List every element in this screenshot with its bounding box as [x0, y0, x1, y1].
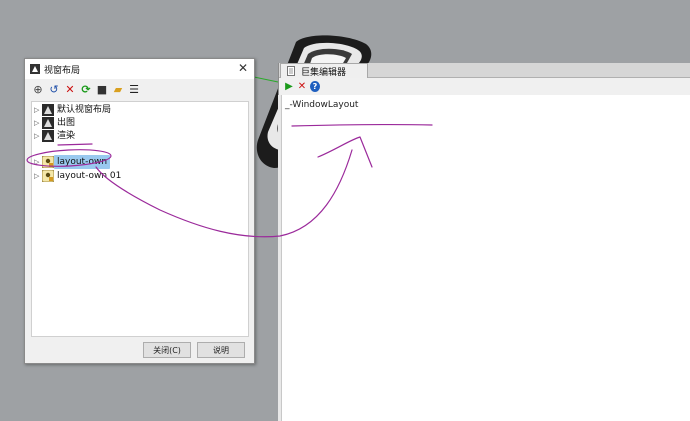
tree-item-label: 默认视窗布局: [57, 105, 112, 115]
help-button[interactable]: 说明: [197, 342, 245, 358]
menu-icon[interactable]: ☰: [128, 84, 140, 96]
stop-icon[interactable]: ✕: [297, 81, 307, 92]
layout-icon: [42, 117, 54, 129]
tree-item-label: layout-own: [54, 155, 111, 169]
save-icon[interactable]: ■: [96, 84, 108, 96]
tab-macro-editor[interactable]: 巨集编辑器: [280, 63, 368, 78]
window-layout-dialog: 视窗布局 ✕ ⊕ ↺ ✕ ⟳ ■ ▰ ☰ ▷ 默认视窗布局 ▷ 出图 ▷ 渲染 …: [24, 58, 255, 364]
editor-gutter: [278, 95, 282, 421]
layout-tree: ▷ 默认视窗布局 ▷ 出图 ▷ 渲染 ▷ layout-own ▷ layout…: [31, 101, 249, 337]
user-layout-icon: [42, 170, 54, 182]
help-icon[interactable]: ?: [310, 81, 320, 92]
layout-icon: [42, 130, 54, 142]
expand-arrow-icon[interactable]: ▷: [34, 116, 39, 130]
refresh-icon[interactable]: ⟳: [80, 84, 92, 96]
editor-tabbar: 巨集编辑器: [279, 63, 690, 78]
new-layout-icon[interactable]: ⊕: [32, 84, 44, 96]
close-icon[interactable]: ✕: [236, 61, 250, 76]
tree-item-label: layout-own 01: [57, 171, 122, 181]
restore-icon[interactable]: ↺: [48, 84, 60, 96]
rhino-app-icon: [30, 64, 40, 74]
layout-icon: [42, 104, 54, 116]
delete-icon[interactable]: ✕: [64, 84, 76, 96]
dialog-title: 视窗布局: [44, 66, 81, 76]
expand-arrow-icon[interactable]: ▷: [34, 129, 39, 143]
tab-label: 巨集编辑器: [301, 68, 347, 78]
expand-arrow-icon[interactable]: ▷: [34, 155, 39, 169]
close-button[interactable]: 关闭(C): [143, 342, 191, 358]
user-layout-icon: [42, 156, 54, 168]
macro-editor-panel: 巨集编辑器 ▶ ✕ ? _-WindowLayout: [278, 63, 690, 421]
run-icon[interactable]: ▶: [284, 81, 294, 92]
document-icon: [287, 66, 295, 76]
macro-text[interactable]: _-WindowLayout: [285, 100, 358, 110]
tree-item-label: 出图: [57, 118, 76, 128]
editor-toolbar: ▶ ✕ ?: [279, 78, 690, 95]
dialog-titlebar[interactable]: 视窗布局 ✕: [25, 59, 254, 79]
tree-item-label: 渲染: [57, 131, 76, 141]
open-folder-icon[interactable]: ▰: [112, 84, 124, 96]
expand-arrow-icon[interactable]: ▷: [34, 103, 39, 117]
expand-arrow-icon[interactable]: ▷: [34, 169, 39, 183]
